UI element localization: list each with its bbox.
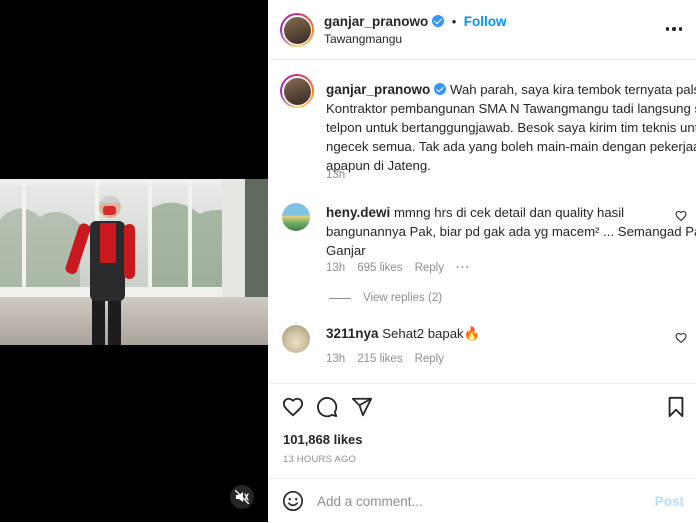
caption-time: 13h [326, 169, 346, 181]
likes-count[interactable]: 101,868 likes [283, 432, 363, 447]
comment-meta: 13h 695 likes Reply ··· [326, 262, 482, 274]
caption-line: apapun di Jateng. [326, 158, 431, 173]
comment-reply-button[interactable]: Reply [415, 262, 444, 274]
like-heart-icon[interactable] [282, 396, 304, 418]
caption-line: Wah parah, saya kira tembok ternyata pal… [449, 82, 696, 97]
post-timestamp[interactable]: 13 HOURS AGO [283, 454, 356, 465]
caption-avatar[interactable] [280, 74, 314, 108]
caption-line: ngecek semua. Tak ada yang boleh main-ma… [326, 139, 696, 154]
share-send-icon[interactable] [351, 396, 373, 418]
video-still [0, 179, 268, 345]
more-options-icon[interactable] [665, 27, 682, 31]
video-frame[interactable] [0, 179, 268, 345]
comment-text: Sehat2 bapak🔥 [382, 326, 481, 341]
comment-time: 13h [326, 262, 346, 274]
comment-time: 13h [326, 353, 346, 365]
author-avatar[interactable] [280, 13, 314, 47]
verified-badge-icon [434, 83, 447, 95]
post-panel: ganjar_pranowo • Follow Tawangmangu ganj… [268, 0, 696, 522]
comment-options-icon[interactable]: ··· [456, 262, 471, 274]
comment-bubble-icon[interactable] [316, 396, 338, 418]
speaker-muted-icon [235, 490, 249, 504]
caption: ganjar_pranowo Wah parah, saya kira temb… [326, 80, 696, 175]
comment-composer: Add a comment... Post [268, 478, 696, 523]
like-comment-heart-icon[interactable] [675, 332, 687, 344]
post-location[interactable]: Tawangmangu [324, 32, 402, 46]
post-header: ganjar_pranowo • Follow Tawangmangu [268, 0, 696, 60]
post-comment-button[interactable]: Post [655, 494, 684, 509]
video-player[interactable] [0, 0, 268, 522]
comment: 3211nya Sehat2 bapak🔥 [326, 324, 480, 343]
caption-line: telpon untuk bertanggungjawab. Besok say… [326, 120, 696, 135]
comment-line: bangunannya Pak, biar pd gak ada yg mace… [326, 224, 696, 239]
follow-button[interactable]: Follow [464, 14, 507, 29]
comment-username[interactable]: heny.dewi [326, 205, 390, 220]
comment-likes[interactable]: 215 likes [357, 353, 402, 365]
commenter-avatar[interactable] [282, 325, 310, 353]
comment-meta: 13h 215 likes Reply [326, 353, 456, 365]
commenter-avatar[interactable] [282, 203, 310, 231]
emoji-icon[interactable] [282, 490, 304, 512]
caption-line: Kontraktor pembangunan SMA N Tawangmangu… [326, 101, 696, 116]
comment-username[interactable]: 3211nya [326, 326, 379, 341]
save-bookmark-icon[interactable] [666, 396, 686, 418]
comment-line: mmng hrs di cek detail dan quality hasil [393, 205, 625, 220]
like-comment-heart-icon[interactable] [675, 210, 687, 222]
comment-likes[interactable]: 695 likes [357, 262, 402, 274]
comment-input[interactable]: Add a comment... [317, 494, 423, 509]
caption-username[interactable]: ganjar_pranowo [326, 82, 430, 97]
comment-line: Ganjar [326, 243, 366, 258]
post-actions: 101,868 likes 13 HOURS AGO [268, 383, 696, 474]
replies-divider [329, 298, 351, 299]
comment: heny.dewi mmng hrs di cek detail dan qua… [326, 203, 696, 260]
comment-reply-button[interactable]: Reply [415, 353, 444, 365]
mute-button[interactable] [230, 485, 254, 509]
verified-badge-icon [432, 15, 445, 27]
view-replies-button[interactable]: View replies (2) [363, 292, 442, 304]
author-username[interactable]: ganjar_pranowo [324, 14, 428, 29]
